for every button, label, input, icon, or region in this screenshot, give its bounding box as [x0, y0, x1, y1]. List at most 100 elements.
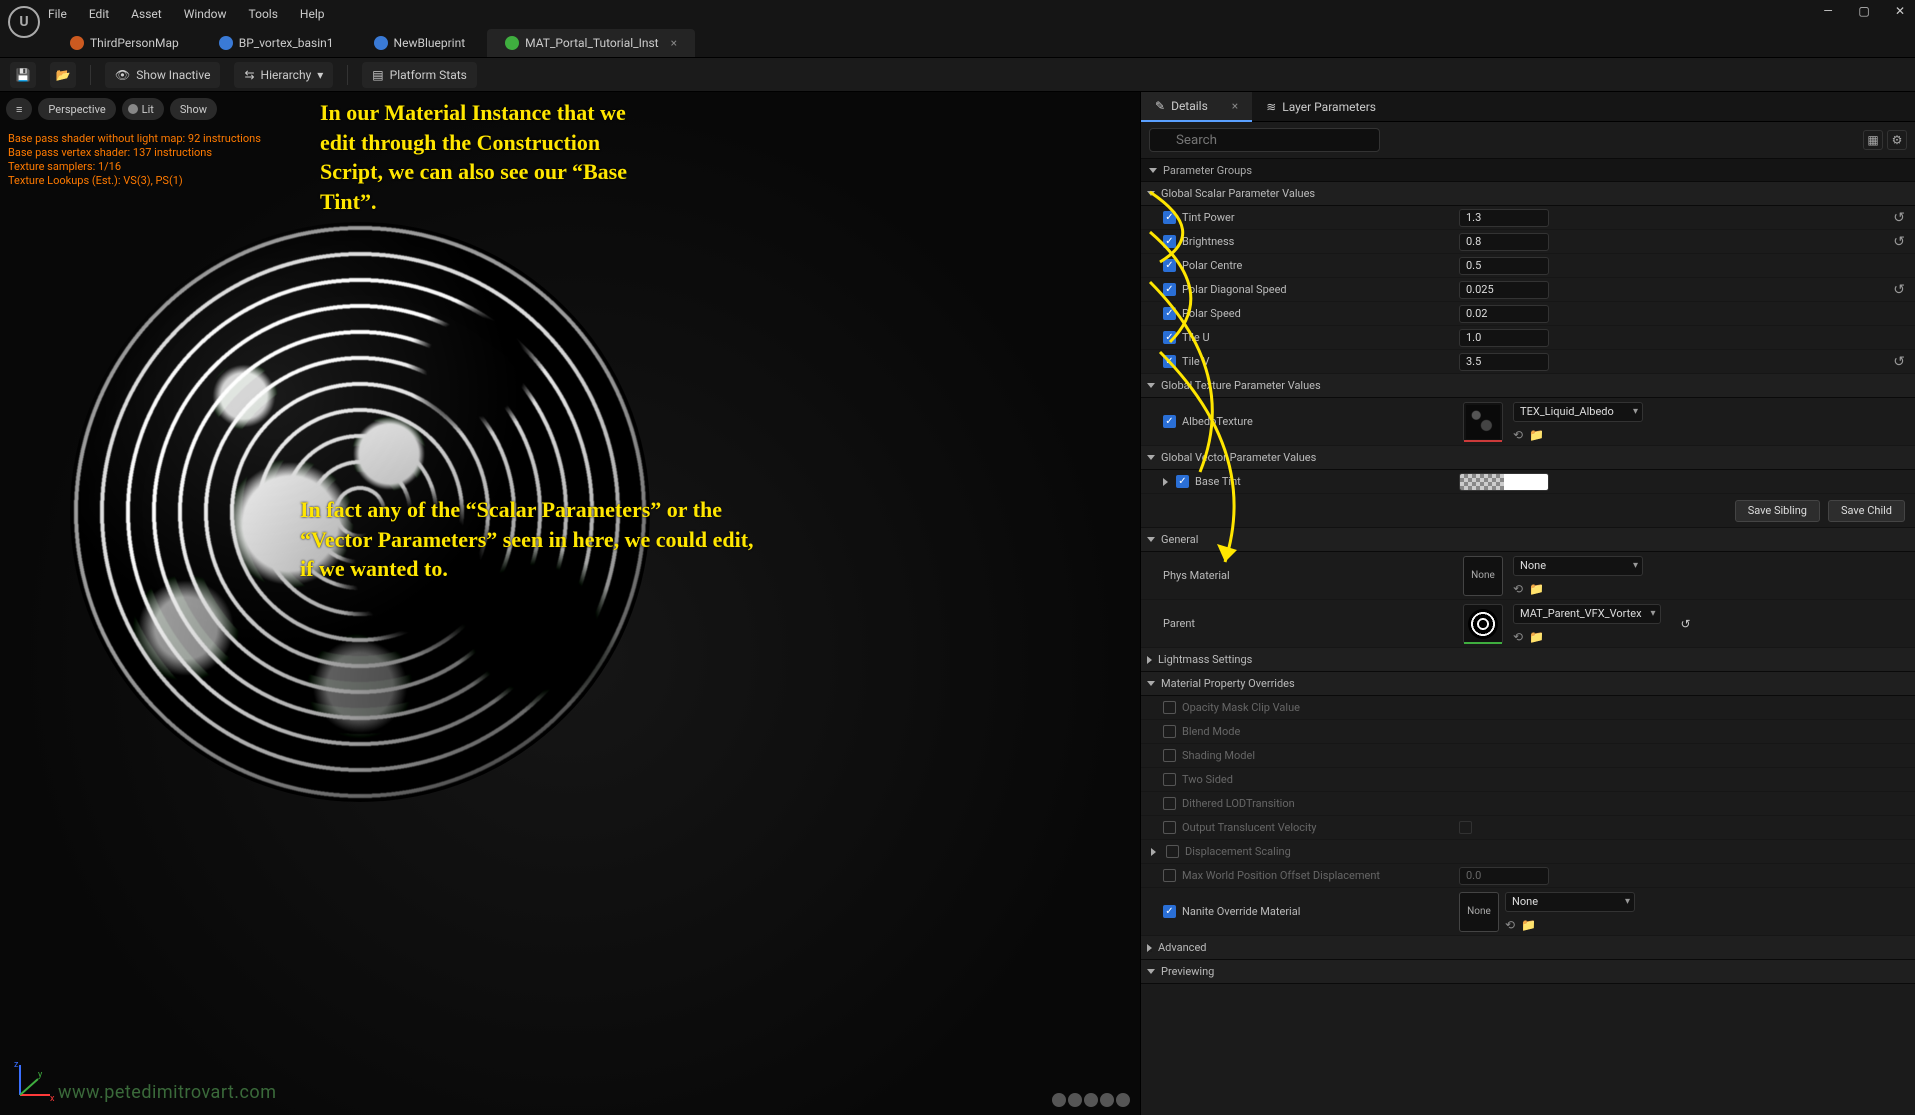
phys-dropdown[interactable]: None [1513, 556, 1643, 576]
viewport-show-button[interactable]: Show [170, 98, 217, 120]
hdr-advanced[interactable]: Advanced [1141, 936, 1915, 960]
param-value-input[interactable]: 1.0 [1459, 329, 1549, 347]
param-label: Nanite Override Material [1182, 905, 1300, 918]
menu-edit[interactable]: Edit [89, 7, 109, 21]
hdr-general[interactable]: General [1141, 528, 1915, 552]
tab-details[interactable]: ✎ Details × [1141, 92, 1252, 122]
save-button[interactable]: 💾 [10, 62, 36, 88]
parent-dropdown[interactable]: MAT_Parent_VFX_Vortex [1513, 604, 1661, 624]
viewport-menu-button[interactable]: ≡ [6, 98, 32, 120]
param-checkbox[interactable] [1163, 725, 1176, 738]
param-checkbox[interactable]: ✓ [1163, 905, 1176, 918]
nanite-dropdown[interactable]: None [1505, 892, 1635, 912]
viewport-lit-button[interactable]: Lit [122, 98, 164, 120]
param-checkbox[interactable]: ✓ [1163, 235, 1176, 248]
texture-thumb[interactable] [1463, 402, 1503, 442]
panel-scroll[interactable]: Parameter Groups Global Scalar Parameter… [1141, 158, 1915, 1115]
parent-thumb[interactable] [1463, 604, 1503, 644]
param-value-input[interactable]: 3.5 [1459, 353, 1549, 371]
browse-to-icon[interactable]: 📁 [1521, 918, 1536, 932]
hdr-lightmass[interactable]: Lightmass Settings [1141, 648, 1915, 672]
hdr-global-textures[interactable]: Global Texture Parameter Values [1141, 374, 1915, 398]
reset-icon[interactable]: ↺ [1889, 282, 1909, 298]
hdr-global-scalars[interactable]: Global Scalar Parameter Values [1141, 182, 1915, 206]
hdr-parameter-groups[interactable]: Parameter Groups [1141, 158, 1915, 182]
save-child-button[interactable]: Save Child [1828, 500, 1905, 522]
gear-icon[interactable]: ⚙ [1887, 130, 1907, 150]
param-checkbox[interactable] [1163, 701, 1176, 714]
param-checkbox[interactable] [1163, 797, 1176, 810]
param-value-input[interactable]: 1.3 [1459, 209, 1549, 227]
param-checkbox[interactable]: ✓ [1163, 415, 1176, 428]
tab-close-button[interactable]: × [671, 36, 677, 50]
param-checkbox[interactable] [1163, 869, 1176, 882]
param-checkbox[interactable] [1166, 845, 1179, 858]
browse-to-icon[interactable]: 📁 [1529, 582, 1544, 596]
menu-file[interactable]: File [48, 7, 67, 21]
menu-help[interactable]: Help [300, 7, 325, 21]
reset-icon[interactable]: ↺ [1889, 354, 1909, 370]
texture-dropdown[interactable]: TEX_Liquid_Albedo [1513, 402, 1643, 422]
tab-bp-vortex-basin[interactable]: BP_vortex_basin1 [201, 29, 352, 57]
shape-option[interactable] [1068, 1093, 1082, 1107]
color-swatch[interactable] [1459, 473, 1549, 491]
shape-option[interactable] [1084, 1093, 1098, 1107]
param-value-input[interactable]: 0.8 [1459, 233, 1549, 251]
param-checkbox[interactable]: ✓ [1163, 307, 1176, 320]
window-minimize-button[interactable]: — [1819, 4, 1837, 18]
hdr-previewing[interactable]: Previewing [1141, 960, 1915, 984]
shape-option[interactable] [1100, 1093, 1114, 1107]
show-inactive-button[interactable]: 👁 Show Inactive [105, 62, 220, 88]
use-selected-icon[interactable]: ⟲ [1513, 630, 1523, 644]
param-checkbox[interactable]: ✓ [1163, 283, 1176, 296]
phys-thumb[interactable]: None [1463, 556, 1503, 596]
param-checkbox[interactable]: ✓ [1176, 475, 1189, 488]
param-checkbox[interactable]: ✓ [1163, 355, 1176, 368]
browse-button[interactable]: 📂 [50, 62, 76, 88]
hierarchy-button[interactable]: ⇆ Hierarchy ▾ [234, 62, 333, 88]
window-close-button[interactable]: ✕ [1891, 4, 1909, 18]
param-checkbox[interactable] [1163, 821, 1176, 834]
tab-newblueprint[interactable]: NewBlueprint [356, 29, 484, 57]
reset-icon[interactable]: ↺ [1889, 210, 1909, 226]
param-checkbox[interactable]: ✓ [1163, 259, 1176, 272]
shape-option[interactable] [1116, 1093, 1130, 1107]
browse-to-icon[interactable]: 📁 [1529, 428, 1544, 442]
tab-label: Layer Parameters [1282, 100, 1376, 114]
nanite-thumb[interactable]: None [1459, 892, 1499, 932]
tab-material-instance[interactable]: MAT_Portal_Tutorial_Inst × [487, 29, 695, 57]
use-selected-icon[interactable]: ⟲ [1513, 582, 1523, 596]
reset-icon[interactable]: ↺ [1889, 234, 1909, 250]
reset-icon[interactable]: ↺ [1681, 617, 1691, 631]
hdr-overrides[interactable]: Material Property Overrides [1141, 672, 1915, 696]
param-checkbox[interactable]: ✓ [1163, 211, 1176, 224]
tab-layer-parameters[interactable]: ≋ Layer Parameters [1252, 92, 1390, 122]
param-value-input[interactable]: 0.025 [1459, 281, 1549, 299]
material-viewport[interactable]: ≡ Perspective Lit Show Base pass shader … [0, 92, 1140, 1115]
viewport-perspective-button[interactable]: Perspective [38, 98, 115, 120]
save-sibling-button[interactable]: Save Sibling [1735, 500, 1820, 522]
param-value-input[interactable]: 0.02 [1459, 305, 1549, 323]
hdr-global-vectors[interactable]: Global Vector Parameter Values [1141, 446, 1915, 470]
preview-shape-buttons[interactable] [1052, 1093, 1130, 1107]
grid-icon[interactable]: ▦ [1863, 130, 1883, 150]
expand-icon[interactable] [1163, 478, 1168, 486]
param-checkbox[interactable] [1163, 773, 1176, 786]
menu-window[interactable]: Window [184, 7, 227, 21]
platform-stats-button[interactable]: ▤ Platform Stats [362, 62, 477, 88]
param-value-input[interactable]: 0.5 [1459, 257, 1549, 275]
use-selected-icon[interactable]: ⟲ [1513, 428, 1523, 442]
shape-option[interactable] [1052, 1093, 1066, 1107]
param-checkbox[interactable] [1163, 749, 1176, 762]
param-checkbox[interactable]: ✓ [1163, 331, 1176, 344]
browse-to-icon[interactable]: 📁 [1529, 630, 1544, 644]
use-selected-icon[interactable]: ⟲ [1505, 918, 1515, 932]
menu-tools[interactable]: Tools [249, 7, 278, 21]
tab-thirdpersonmap[interactable]: ThirdPersonMap [52, 29, 197, 57]
expand-icon[interactable] [1151, 848, 1156, 856]
close-icon[interactable]: × [1232, 99, 1238, 113]
window-maximize-button[interactable]: ▢ [1855, 4, 1873, 18]
search-input[interactable] [1149, 128, 1380, 152]
param-value-input[interactable]: 0.0 [1459, 867, 1549, 885]
menu-asset[interactable]: Asset [131, 7, 162, 21]
